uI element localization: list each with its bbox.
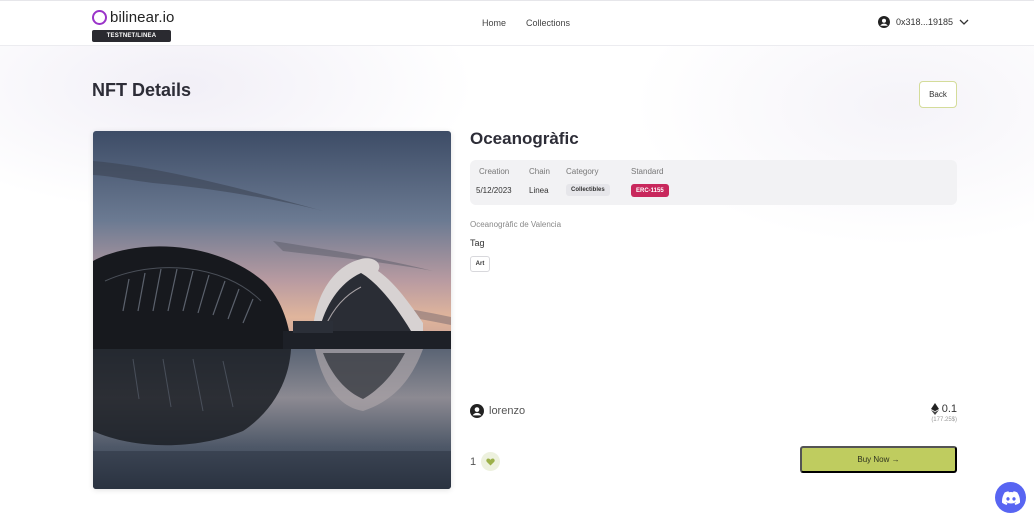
chevron-down-icon: [959, 19, 969, 25]
user-circle-icon: [470, 404, 484, 418]
nft-name: Oceanogràfic: [470, 129, 579, 148]
tag-heading: Tag: [470, 238, 485, 248]
nav-collections[interactable]: Collections: [526, 18, 570, 28]
nft-description: Oceanogràfic de Valencia: [470, 220, 562, 229]
like-button[interactable]: [481, 452, 501, 471]
top-header: bilinear.io TESTNET/LINEA Home Collectio…: [0, 0, 1034, 46]
likes: 1: [470, 452, 501, 471]
discord-icon: [1001, 490, 1020, 505]
buy-now-button[interactable]: Buy Now →: [800, 446, 957, 473]
back-button[interactable]: Back: [919, 81, 957, 108]
category-chip: Collectibles: [566, 184, 610, 196]
page-title: NFT Details: [92, 80, 192, 100]
creation-label: Creation: [479, 167, 510, 176]
standard-label: Standard: [631, 167, 664, 176]
logo[interactable]: bilinear.io: [92, 9, 174, 26]
like-count: 1: [470, 455, 477, 468]
ethereum-icon: [930, 403, 939, 415]
standard-chip: ERC-1155: [631, 184, 669, 197]
tag-chip[interactable]: Art: [470, 256, 490, 272]
category-label: Category: [566, 167, 599, 176]
account-menu[interactable]: 0x318...19185: [878, 16, 969, 28]
nav-home[interactable]: Home: [482, 18, 506, 28]
price-usd: (177.25$): [931, 417, 957, 423]
creation-value: 5/12/2023: [476, 186, 512, 195]
network-badge: TESTNET/LINEA: [92, 30, 171, 42]
nft-image: [93, 131, 451, 489]
price-value: 0.1: [941, 403, 957, 415]
price-block: 0.1 (177.25$): [900, 403, 957, 423]
logo-ring-icon: [92, 10, 107, 25]
nft-meta-box: Creation Chain Category Standard 5/12/20…: [470, 160, 957, 205]
chain-value: Linea: [529, 186, 549, 195]
owner-link[interactable]: lorenzo: [470, 404, 525, 418]
chain-label: Chain: [529, 167, 550, 176]
discord-button[interactable]: [995, 482, 1026, 513]
account-address: 0x318...19185: [896, 17, 954, 27]
user-circle-icon: [878, 16, 890, 28]
heart-icon: [486, 457, 495, 466]
logo-text: bilinear.io: [110, 9, 175, 26]
owner-name: lorenzo: [489, 405, 526, 417]
